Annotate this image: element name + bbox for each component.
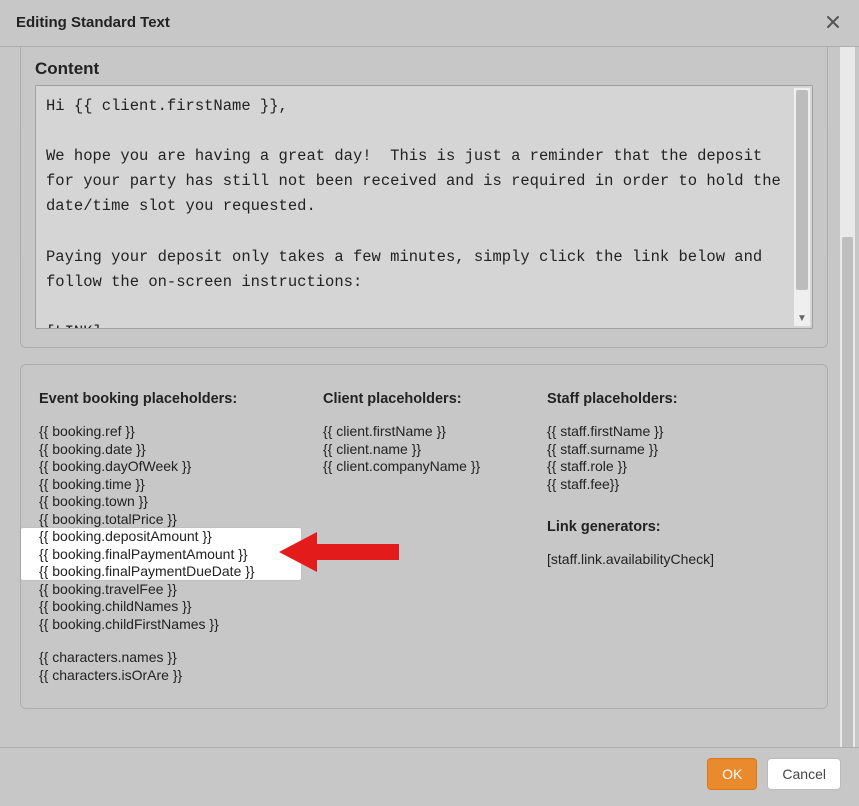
modal-footer: OK Cancel [0, 747, 859, 806]
modal-body: Content Hi {{ client.firstName }}, We ho… [0, 47, 859, 747]
body-scrollbar[interactable] [840, 47, 855, 747]
placeholder-item[interactable]: {{ booking.dayOfWeek }} [39, 458, 299, 476]
placeholder-item[interactable]: {{ booking.date }} [39, 441, 299, 459]
placeholder-item[interactable]: {{ client.name }} [323, 441, 523, 459]
placeholder-item[interactable]: {{ staff.firstName }} [547, 423, 767, 441]
placeholder-item[interactable]: {{ booking.finalPaymentAmount }} [39, 546, 299, 564]
placeholder-item[interactable]: {{ characters.isOrAre }} [39, 667, 299, 685]
content-textarea[interactable]: Hi {{ client.firstName }}, We hope you a… [35, 85, 813, 329]
placeholder-item[interactable]: {{ staff.surname }} [547, 441, 767, 459]
placeholder-item[interactable]: {{ booking.depositAmount }} [39, 528, 299, 546]
modal-title: Editing Standard Text [16, 14, 170, 31]
placeholder-item[interactable]: {{ staff.role }} [547, 458, 767, 476]
link-generators-heading: Link generators: [547, 519, 767, 535]
event-placeholders-heading: Event booking placeholders: [39, 391, 299, 407]
event-placeholders-list: {{ booking.ref }} {{ booking.date }} {{ … [39, 423, 299, 684]
link-generators-list: [staff.link.availabilityCheck] [547, 551, 767, 569]
client-placeholders-column: Client placeholders: {{ client.firstName… [323, 391, 523, 684]
placeholder-item[interactable]: {{ booking.finalPaymentDueDate }} [39, 563, 299, 581]
modal-header: Editing Standard Text [0, 0, 859, 47]
placeholder-item[interactable]: {{ client.firstName }} [323, 423, 523, 441]
content-panel: Content Hi {{ client.firstName }}, We ho… [20, 47, 828, 348]
placeholder-item[interactable]: {{ booking.town }} [39, 493, 299, 511]
chevron-down-icon[interactable]: ▼ [794, 310, 810, 326]
placeholder-item[interactable]: {{ booking.childFirstNames }} [39, 616, 299, 634]
event-placeholders-column: Event booking placeholders: {{ booking.r… [39, 391, 299, 684]
staff-placeholders-column: Staff placeholders: {{ staff.firstName }… [547, 391, 767, 684]
body-scrollbar-thumb[interactable] [842, 237, 853, 747]
placeholder-item[interactable]: {{ staff.fee}} [547, 476, 767, 494]
placeholder-item[interactable]: {{ booking.travelFee }} [39, 581, 299, 599]
placeholder-item[interactable]: {{ characters.names }} [39, 649, 299, 667]
placeholder-item[interactable]: [staff.link.availabilityCheck] [547, 551, 767, 569]
textarea-scrollbar[interactable]: ▼ [794, 88, 810, 326]
client-placeholders-heading: Client placeholders: [323, 391, 523, 407]
content-label: Content [35, 59, 813, 79]
placeholders-panel: Event booking placeholders: {{ booking.r… [20, 364, 828, 709]
cancel-button[interactable]: Cancel [767, 758, 841, 790]
content-text: Hi {{ client.firstName }}, We hope you a… [46, 94, 788, 329]
ok-button[interactable]: OK [707, 758, 757, 790]
placeholder-item[interactable]: {{ booking.ref }} [39, 423, 299, 441]
staff-placeholders-heading: Staff placeholders: [547, 391, 767, 407]
staff-placeholders-list: {{ staff.firstName }} {{ staff.surname }… [547, 423, 767, 493]
edit-standard-text-modal: Editing Standard Text Content Hi {{ clie… [0, 0, 859, 806]
placeholder-item[interactable]: {{ client.companyName }} [323, 458, 523, 476]
placeholder-item[interactable]: {{ booking.time }} [39, 476, 299, 494]
close-icon[interactable] [823, 12, 843, 32]
placeholder-item[interactable]: {{ booking.childNames }} [39, 598, 299, 616]
placeholder-item[interactable]: {{ booking.totalPrice }} [39, 511, 299, 529]
client-placeholders-list: {{ client.firstName }} {{ client.name }}… [323, 423, 523, 476]
textarea-scrollbar-thumb[interactable] [796, 90, 808, 290]
